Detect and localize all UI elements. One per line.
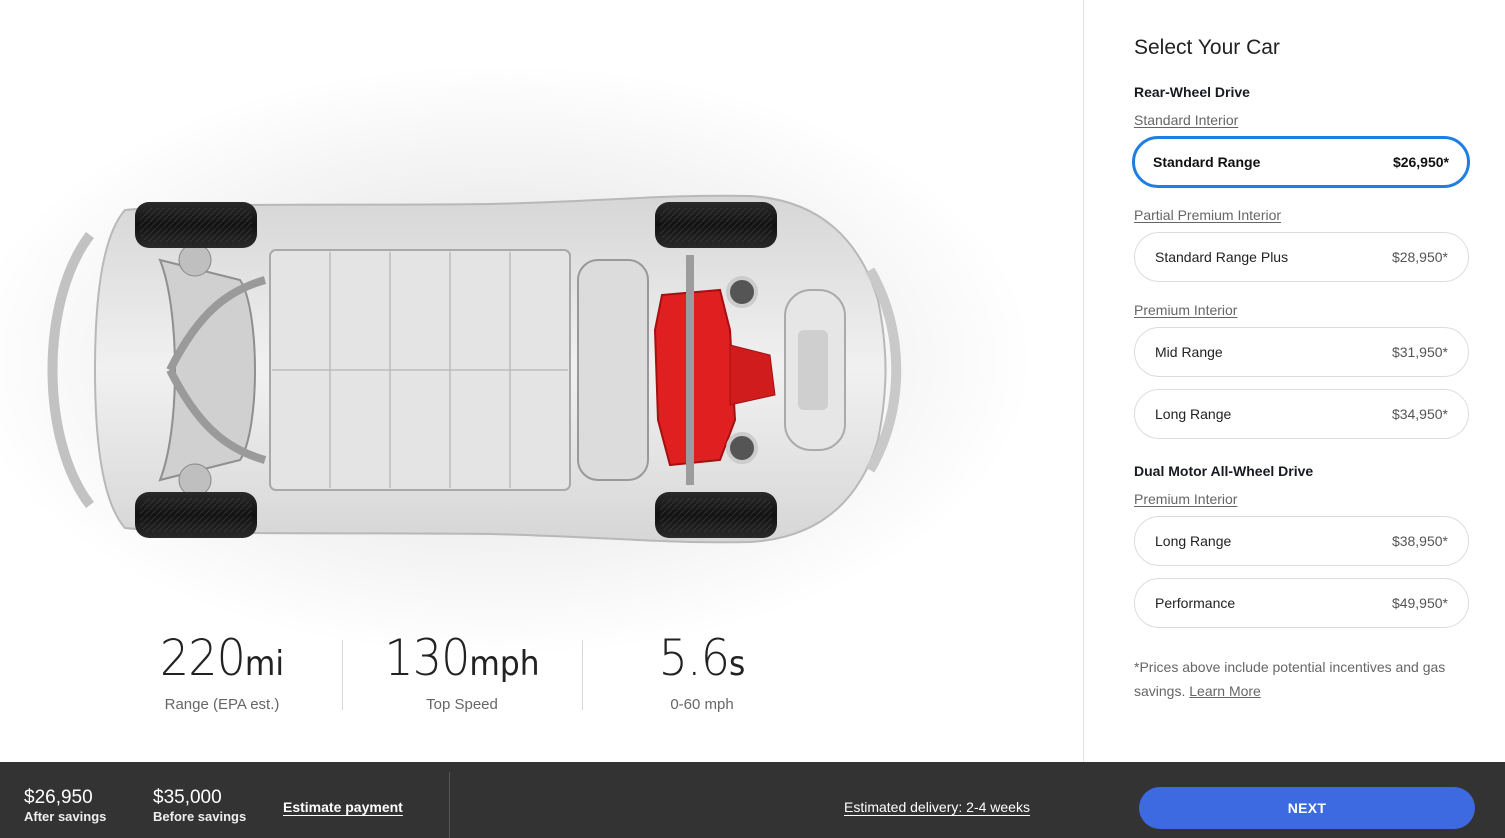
spec-acceleration-label: 0-60 mph [670, 696, 734, 713]
after-savings-label: After savings [24, 809, 107, 824]
option-mid-range[interactable]: Mid Range $31,950* [1134, 327, 1469, 377]
interior-link-premium[interactable]: Premium Interior [1134, 302, 1237, 318]
next-button[interactable]: NEXT [1139, 787, 1475, 829]
before-savings-price: $35,000 [153, 787, 222, 808]
footer-divider [449, 772, 450, 838]
spec-top-speed-label: Top Speed [426, 696, 498, 713]
spec-top-speed: 130mph Top Speed [342, 629, 582, 713]
footer-bar: $26,950 After savings $35,000 Before sav… [0, 762, 1505, 838]
spec-range-value: 220 [159, 629, 246, 687]
option-name: Long Range [1155, 406, 1232, 422]
option-performance[interactable]: Performance $49,950* [1134, 578, 1469, 628]
option-standard-range[interactable]: Standard Range $26,950* [1132, 136, 1470, 188]
before-savings-label: Before savings [153, 809, 247, 824]
spec-range-label: Range (EPA est.) [164, 696, 280, 713]
front-right-tire [135, 492, 257, 538]
option-price: $31,950* [1391, 344, 1448, 360]
rear-motor [653, 288, 737, 467]
drive-heading-rwd: Rear-Wheel Drive [1134, 84, 1250, 100]
footnote-text: *Prices above include potential incentiv… [1134, 659, 1446, 699]
option-name: Performance [1155, 595, 1236, 611]
spec-top-speed-value: 130 [384, 629, 470, 687]
estimated-delivery-link[interactable]: Estimated delivery: 2-4 weeks [844, 799, 1030, 815]
rear-right-tire [655, 492, 777, 538]
option-price: $38,950* [1391, 533, 1448, 549]
option-long-range-rwd[interactable]: Long Range $34,950* [1134, 389, 1469, 439]
spec-acceleration-unit: s [729, 644, 746, 684]
option-name: Mid Range [1155, 344, 1223, 360]
option-standard-range-plus[interactable]: Standard Range Plus $28,950* [1134, 232, 1469, 282]
interior-link-standard[interactable]: Standard Interior [1134, 112, 1238, 128]
spec-summary: 220mi Range (EPA est.) 130mph Top Speed … [102, 629, 822, 713]
front-bumper [47, 231, 94, 509]
vehicle-preview: 220mi Range (EPA est.) 130mph Top Speed … [0, 0, 1083, 762]
price-footnote: *Prices above include potential incentiv… [1134, 655, 1464, 703]
spec-range-unit: mi [244, 644, 285, 684]
option-name: Standard Range Plus [1155, 249, 1289, 265]
interior-link-premium-awd[interactable]: Premium Interior [1134, 491, 1237, 507]
option-price: $26,950* [1392, 154, 1449, 170]
spec-top-speed-unit: mph [469, 644, 540, 684]
after-savings-price: $26,950 [24, 787, 93, 808]
spec-range: 220mi Range (EPA est.) [102, 629, 342, 713]
car-chassis-image [30, 180, 910, 560]
rear-left-tire [655, 202, 777, 248]
panel-divider [1083, 0, 1084, 762]
option-name: Standard Range [1153, 154, 1261, 170]
option-name: Long Range [1155, 533, 1232, 549]
option-price: $49,950* [1391, 595, 1448, 611]
before-savings-block: $35,000 Before savings [153, 788, 246, 825]
front-left-tire [135, 202, 257, 248]
option-price: $28,950* [1391, 249, 1448, 265]
estimate-payment-link[interactable]: Estimate payment [283, 799, 403, 815]
after-savings-block: $26,950 After savings [24, 788, 106, 825]
learn-more-link[interactable]: Learn More [1189, 683, 1261, 699]
spec-acceleration-value: 5.6 [658, 629, 730, 687]
spec-acceleration: 5.6s 0-60 mph [582, 629, 822, 713]
drive-heading-awd: Dual Motor All-Wheel Drive [1134, 463, 1314, 479]
option-price: $34,950* [1391, 406, 1448, 422]
panel-title: Select Your Car [1134, 36, 1280, 59]
interior-link-partial-premium[interactable]: Partial Premium Interior [1134, 207, 1281, 223]
option-long-range-awd[interactable]: Long Range $38,950* [1134, 516, 1469, 566]
